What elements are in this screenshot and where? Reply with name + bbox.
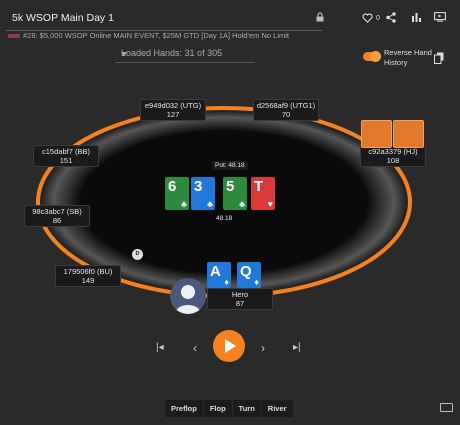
next-button[interactable]: › <box>261 341 265 355</box>
avatar <box>170 278 206 314</box>
street-tabs: Preflop Flop Turn River <box>165 400 294 417</box>
player-stack: 108 <box>386 156 400 165</box>
player-sb[interactable]: 98c3abc7 (SB) 86 <box>24 205 90 227</box>
player-hero[interactable]: Hero 87 <box>207 288 273 310</box>
heart-suit-icon: ♥ <box>267 199 273 209</box>
player-name: 179506f0 (BU) <box>63 267 113 276</box>
tab-preflop[interactable]: Preflop <box>165 400 203 417</box>
club-icon: ♣ <box>239 199 245 209</box>
card-back <box>361 120 392 148</box>
player-name: Hero <box>231 290 249 299</box>
player-name: 98c3abc7 (SB) <box>32 207 82 216</box>
player-name: e949d032 (UTG) <box>144 101 202 110</box>
board-card: 6 ♣ <box>165 177 189 210</box>
replayer-app: 5k WSOP Main Day 1 0 #28: $5,000 WSOP On… <box>0 0 460 425</box>
dealer-button: D <box>132 249 143 260</box>
keyboard-icon[interactable] <box>440 403 453 412</box>
previous-button[interactable]: ‹ <box>193 341 197 355</box>
club-icon: ♣ <box>181 199 187 209</box>
board-card: 5 ♣ <box>223 177 247 210</box>
player-name: d2568af9 (UTG1) <box>256 101 316 110</box>
player-name: c92a3379 (HJ) <box>368 147 418 156</box>
player-bu[interactable]: 179506f0 (BU) 149 <box>55 265 121 287</box>
player-stack: 151 <box>59 156 73 165</box>
player-bb[interactable]: c15dabf7 (BB) 151 <box>33 145 99 167</box>
player-name: c15dabf7 (BB) <box>42 147 90 156</box>
hero-card: A ♦ <box>207 262 231 288</box>
tab-flop[interactable]: Flop <box>203 400 232 417</box>
club-icon: ♣ <box>207 199 213 209</box>
player-stack: 87 <box>235 299 245 308</box>
hero-card: Q ♦ <box>237 262 261 288</box>
player-stack: 70 <box>281 110 291 119</box>
last-hand-button[interactable]: ▸| <box>293 342 301 353</box>
tab-turn[interactable]: Turn <box>232 400 261 417</box>
tab-river[interactable]: River <box>261 400 293 417</box>
diamond-icon: ♦ <box>254 277 259 287</box>
play-button[interactable] <box>213 330 245 362</box>
user-icon <box>175 285 201 314</box>
player-hj[interactable]: c92a3379 (HJ) 108 <box>360 145 426 167</box>
board-card: T ♥ <box>251 177 275 210</box>
player-stack: 127 <box>166 110 180 119</box>
first-hand-button[interactable]: |◂ <box>156 342 164 353</box>
pot-amount: 48.18 <box>216 215 233 222</box>
player-utg1[interactable]: d2568af9 (UTG1) 70 <box>253 99 319 121</box>
player-stack: 149 <box>81 276 95 285</box>
diamond-icon: ♦ <box>224 277 229 287</box>
board-card: 3 ♣ <box>191 177 215 210</box>
card-back <box>393 120 424 148</box>
player-stack: 86 <box>52 216 62 225</box>
player-utg[interactable]: e949d032 (UTG) 127 <box>140 99 206 121</box>
pot-label: Pot: 48.18 <box>212 161 248 170</box>
